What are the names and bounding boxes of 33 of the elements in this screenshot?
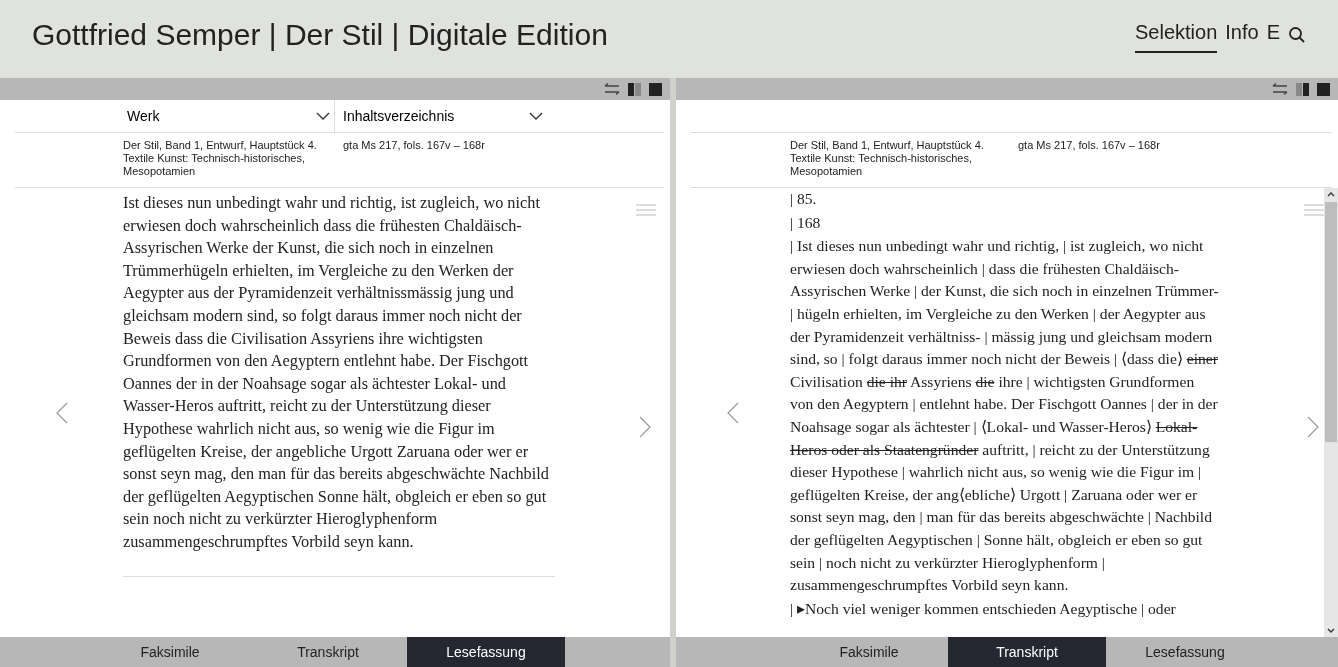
nav-link[interactable]: Selektion	[1135, 17, 1218, 53]
chevron-left-icon[interactable]	[726, 400, 740, 425]
chevron-right-icon[interactable]	[1306, 414, 1320, 439]
view-tab[interactable]: Transkript	[249, 637, 407, 667]
text-paragraph: | ▸Noch viel weniger kommen entschieden Aegyptische | oder	[790, 598, 1177, 619]
split-view-icon[interactable]	[1296, 82, 1309, 96]
work-reference: Der Stil, Band 1, Entwurf, Hauptstück 4. Textile Kunst: Technisch-historisches, Mesopotamien	[790, 139, 985, 179]
scrollbar[interactable]	[1324, 188, 1338, 637]
nav-link[interactable]: E	[1266, 17, 1280, 53]
chevron-down-icon	[529, 112, 543, 120]
view-tab[interactable]: Faksimile	[91, 637, 249, 667]
text-paragraph: | Ist dieses nun unbedingt wahr und richtig, | ist zugleich, wo nicht erwiesen doch wahrscheinlich | dass die frühesten Chaldäisch-Assyrischen Werke | der Kunst, die sich noch in einzelnen Trümmer- | hügeln erhielten, im Vergleiche zu den Werken | der Aegypter aus der Pyramidenzeit verhältniss- | mässig jung und gleichsam modern sind, so | folgt daraus immer noch nicht der Beweis | ⟨dass die⟩ einer Civilisation die ihr Assyriens die ihre | wichtigsten Grundformen von den Aegyptern | entlehnt habe. Der Fischgott Oannes | der in der Noahsage sogar als ächtester | ⟨Lokal- und Wasser-Heros⟩ Lokal-Heros oder als Staatengründer auftritt, | reicht zu der Unterstützung dieser Hypothese | wahrlich nicht aus, so wenig wie die Figur im | geflügelten Kreise, der ang⟨ebliche⟩ Urgott | Zaruana oder wer er sonst seyn mag, den | man für das bereits abgeschwächte | Nachbild der geflügelten Aegyptischen | Sonne hält, obgleich er eben so gut sein | noch nicht zu verkürzter Hieroglyphenform | zusammengeschrumpftes Vorbild seyn kann.	[790, 236, 1220, 596]
nav-link[interactable]: Info	[1225, 17, 1259, 53]
view-tab[interactable]: Faksimile	[790, 637, 948, 667]
site-title: Gottfried Semper | Der Stil | Digitale Edition	[32, 17, 608, 53]
single-view-icon[interactable]	[649, 82, 662, 96]
chevron-left-icon[interactable]	[54, 400, 69, 425]
text-paragraph: | 168	[790, 212, 822, 233]
manuscript-reference: gta Ms 217, fols. 167v – 168r	[1017, 139, 1160, 153]
single-view-icon[interactable]	[1317, 82, 1330, 96]
text-paragraph: | 85.	[790, 189, 818, 209]
swap-arrows-icon[interactable]	[1272, 83, 1288, 95]
split-view-icon[interactable]	[628, 82, 641, 96]
work-reference: Der Stil, Band 1, Entwurf, Hauptstück 4. Textile Kunst: Technisch-historisches, Mesopotamien	[123, 139, 318, 179]
swap-arrows-icon[interactable]	[604, 83, 620, 95]
manuscript-reference: gta Ms 217, fols. 167v – 168r	[342, 139, 485, 153]
chevron-down-icon	[316, 112, 330, 120]
chevron-right-icon[interactable]	[638, 414, 652, 439]
search-icon[interactable]	[1288, 26, 1306, 44]
view-tab[interactable]: Transkript	[948, 637, 1106, 667]
view-tab[interactable]: Lesefassung	[1106, 637, 1264, 667]
text-paragraph: Ist dieses nun unbedingt wahr und richtig, ist zugleich, wo nicht erwiesen doch wahrscheinlich dass die frühesten Chaldäisch-Assyrischen Werke der Kunst, die sich noch in einzelnen Trümmerhügeln erhielten, im Vergleiche zu den Werken der Aegypter aus der Pyramidenzeit verhältnissmässig jung und gleichsam modern sind, so folgt daraus immer noch nicht der Beweis dass die Civilisation Assyriens ihre wichtigsten Grundformen von den Aegyptern entlehnt habe. Der Fischgott Oannes der in der Noahsage sogar als ächtester Lokal- und Wasser-Heros auftritt, reicht zu der Unterstützung dieser Hypothese wahrlich nicht aus, so wenig wie die Figur im geflügelten Kreise, der angebliche Urgott Zaruana oder wer er sonst seyn mag, den man für das bereits abgeschwächte Nachbild der geflügelten Aegyptischen Sonne hält, obgleich er eben so gut sein noch nicht zu verkürzter Hieroglyphenform zusammengeschrumpftes Vorbild seyn kann.	[123, 192, 550, 553]
view-tab[interactable]: Lesefassung	[407, 637, 565, 667]
